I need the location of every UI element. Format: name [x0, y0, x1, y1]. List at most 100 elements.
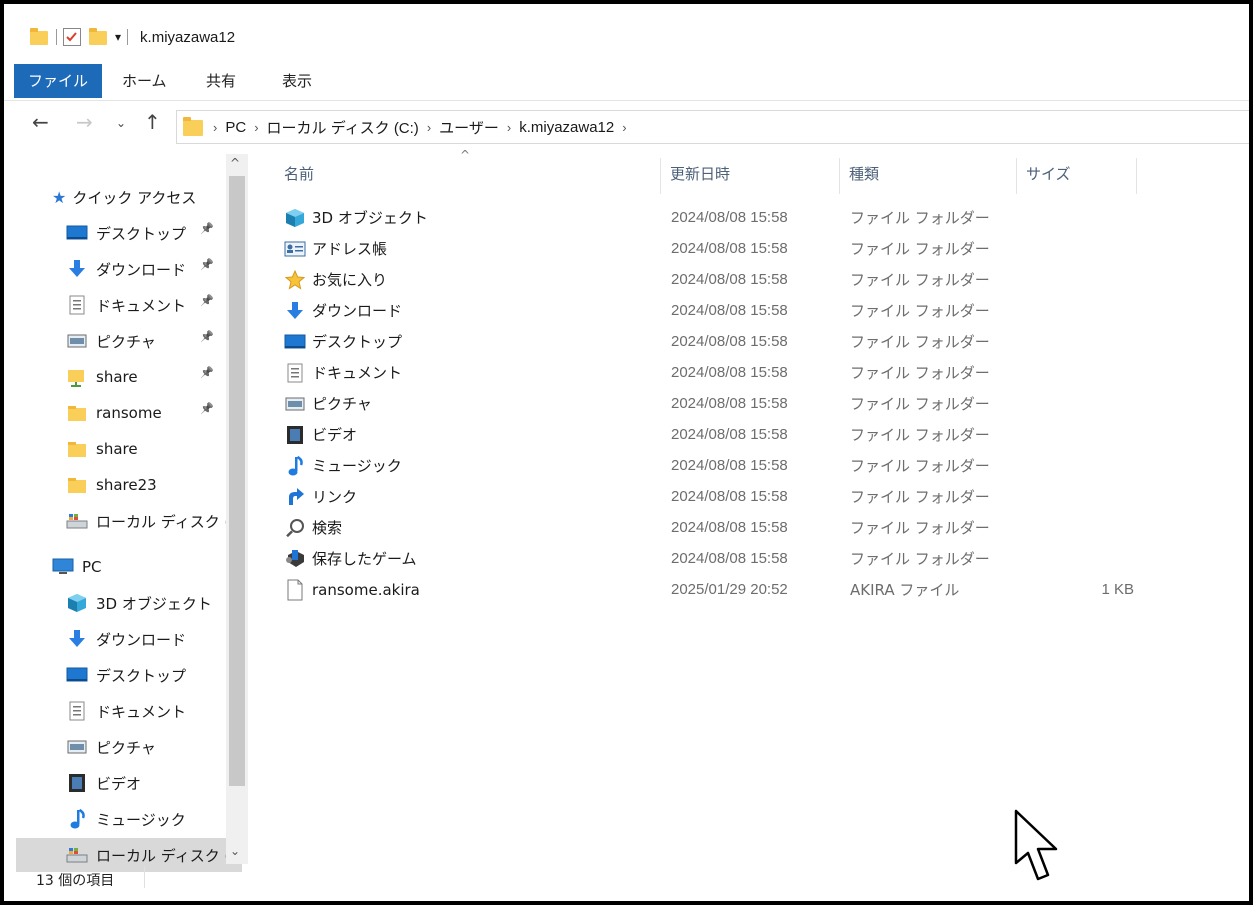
sidebar-quick-item[interactable]: ダウンロード [66, 252, 186, 286]
sidebar-item-label: share23 [96, 476, 157, 494]
column-header-size[interactable]: サイズ [1026, 154, 1071, 194]
file-name: ビデオ [312, 426, 358, 444]
tab-file[interactable]: ファイル [14, 64, 103, 98]
file-name: アドレス帳 [312, 240, 388, 258]
sidebar-pc[interactable]: PC [52, 550, 102, 584]
sidebar-pc-item[interactable]: ドキュメント [66, 694, 186, 728]
sidebar-pc-item[interactable]: ダウンロード [66, 622, 186, 656]
sidebar-pc-item[interactable]: 3D オブジェクト [66, 586, 212, 620]
breadcrumb-chevron-icon[interactable]: › [254, 120, 258, 135]
column-divider[interactable] [1136, 158, 1137, 194]
sidebar-item-label: ミュージック [96, 810, 186, 829]
tab-view[interactable]: 表示 [268, 64, 326, 98]
file-row[interactable]: 保存したゲーム 2024/08/08 15:58 ファイル フォルダー [274, 543, 1234, 574]
file-row[interactable]: ダウンロード 2024/08/08 15:58 ファイル フォルダー [274, 295, 1234, 326]
file-type: ファイル フォルダー [850, 457, 990, 475]
tab-share[interactable]: 共有 [192, 64, 250, 98]
column-header-name[interactable]: 名前 [284, 154, 314, 194]
file-row[interactable]: ビデオ 2024/08/08 15:58 ファイル フォルダー [274, 419, 1234, 450]
sidebar-pc-item[interactable]: ビデオ [66, 766, 141, 800]
column-divider[interactable] [1016, 158, 1017, 194]
file-name-cell: 保存したゲーム [284, 548, 417, 570]
sidebar-quick-item[interactable]: share23 [66, 468, 157, 502]
properties-check-icon[interactable] [63, 28, 81, 46]
file-row[interactable]: アドレス帳 2024/08/08 15:58 ファイル フォルダー [274, 233, 1234, 264]
sidebar-quick-item[interactable]: ローカル ディスク (C [66, 504, 241, 538]
folder-icon[interactable] [30, 28, 50, 46]
column-divider[interactable] [660, 158, 661, 194]
sidebar-quick-item[interactable]: ドキュメント [66, 288, 186, 322]
file-row[interactable]: 検索 2024/08/08 15:58 ファイル フォルダー [274, 512, 1234, 543]
new-folder-icon[interactable] [89, 28, 109, 46]
sidebar-pc-item[interactable]: デスクトップ [66, 658, 186, 692]
address-bar[interactable]: › PC › ローカル ディスク (C:) › ユーザー › k.miyazaw… [176, 110, 1249, 144]
up-arrow-icon[interactable]: ↑ [144, 110, 161, 134]
pin-icon[interactable]: 📌 [200, 366, 214, 379]
sidebar-item-label: PC [82, 558, 102, 576]
breadcrumb-local-disk[interactable]: ローカル ディスク (C:) [267, 117, 419, 138]
saved-games-icon [284, 548, 306, 570]
breadcrumb-user-folder[interactable]: k.miyazawa12 [519, 119, 614, 136]
recent-locations-chevron-icon[interactable]: ⌄ [116, 116, 126, 130]
breadcrumb-chevron-icon[interactable]: › [427, 120, 431, 135]
file-date: 2025/01/29 20:52 [671, 581, 788, 598]
file-name: デスクトップ [312, 333, 403, 351]
mouse-cursor-icon [1014, 809, 1058, 881]
sidebar-pc-item[interactable]: ピクチャ [66, 730, 156, 764]
pin-icon[interactable]: 📌 [200, 294, 214, 307]
sidebar-quick-item[interactable]: share [66, 432, 138, 466]
breadcrumb-chevron-icon[interactable]: › [213, 120, 217, 135]
sidebar-pc-item[interactable]: ミュージック [66, 802, 186, 836]
sidebar-item-label: share [96, 440, 138, 458]
file-row[interactable]: ransome.akira 2025/01/29 20:52 AKIRA ファイル 1… [274, 574, 1234, 605]
column-header-type[interactable]: 種類 [849, 154, 879, 194]
sidebar-pc-item[interactable]: ローカル ディスク (C [16, 838, 242, 872]
pin-icon[interactable]: 📌 [200, 258, 214, 271]
file-row[interactable]: 3D オブジェクト 2024/08/08 15:58 ファイル フォルダー [274, 202, 1234, 233]
toolbar-separator [127, 29, 129, 45]
sidebar-quick-item[interactable]: ransome [66, 396, 162, 430]
file-name-cell: ピクチャ [284, 393, 372, 415]
scroll-down-chevron-icon[interactable]: ⌄ [230, 844, 240, 858]
scroll-thumb[interactable] [229, 176, 245, 786]
customize-toolbar-icon[interactable]: ▾ [115, 30, 121, 44]
scroll-up-chevron-icon[interactable]: ^ [230, 156, 240, 170]
file-row[interactable]: ピクチャ 2024/08/08 15:58 ファイル フォルダー [274, 388, 1234, 419]
search-icon [284, 517, 306, 539]
breadcrumb-pc[interactable]: PC [225, 119, 246, 136]
pin-icon[interactable]: 📌 [200, 402, 214, 415]
file-row[interactable]: リンク 2024/08/08 15:58 ファイル フォルダー [274, 481, 1234, 512]
back-arrow-icon[interactable]: ← [32, 110, 49, 134]
file-name: ドキュメント [312, 364, 403, 382]
file-row[interactable]: デスクトップ 2024/08/08 15:58 ファイル フォルダー [274, 326, 1234, 357]
file-type: AKIRA ファイル [850, 581, 960, 599]
pin-icon[interactable]: 📌 [200, 330, 214, 343]
breadcrumb-chevron-icon[interactable]: › [622, 120, 626, 135]
sidebar-quick-access[interactable]: ★ クイック アクセス [52, 180, 196, 214]
video-icon [66, 773, 88, 793]
file-date: 2024/08/08 15:58 [671, 395, 788, 412]
navigation-scrollbar[interactable]: ^ ⌄ [226, 154, 248, 864]
file-row[interactable]: お気に入り 2024/08/08 15:58 ファイル フォルダー [274, 264, 1234, 295]
pc-icon [52, 557, 74, 577]
document-icon [284, 362, 306, 384]
desktop-icon [66, 665, 88, 685]
sidebar-item-label: share [96, 368, 138, 386]
file-name: お気に入り [312, 271, 388, 289]
column-divider[interactable] [839, 158, 840, 194]
download-icon [66, 629, 88, 649]
sidebar-quick-item[interactable]: デスクトップ [66, 216, 186, 250]
column-header-date[interactable]: 更新日時 [670, 154, 730, 194]
file-name: 3D オブジェクト [312, 209, 428, 227]
file-row[interactable]: ドキュメント 2024/08/08 15:58 ファイル フォルダー [274, 357, 1234, 388]
file-name-cell: 検索 [284, 517, 342, 539]
breadcrumb-chevron-icon[interactable]: › [507, 120, 511, 135]
sidebar-quick-item[interactable]: share [66, 360, 138, 394]
pin-icon[interactable]: 📌 [200, 222, 214, 235]
forward-arrow-icon[interactable]: → [76, 110, 93, 134]
sidebar-quick-item[interactable]: ピクチャ [66, 324, 156, 358]
tab-home[interactable]: ホーム [108, 64, 181, 98]
file-name-cell: デスクトップ [284, 331, 402, 353]
breadcrumb-users[interactable]: ユーザー [439, 117, 499, 138]
file-row[interactable]: ミュージック 2024/08/08 15:58 ファイル フォルダー [274, 450, 1234, 481]
